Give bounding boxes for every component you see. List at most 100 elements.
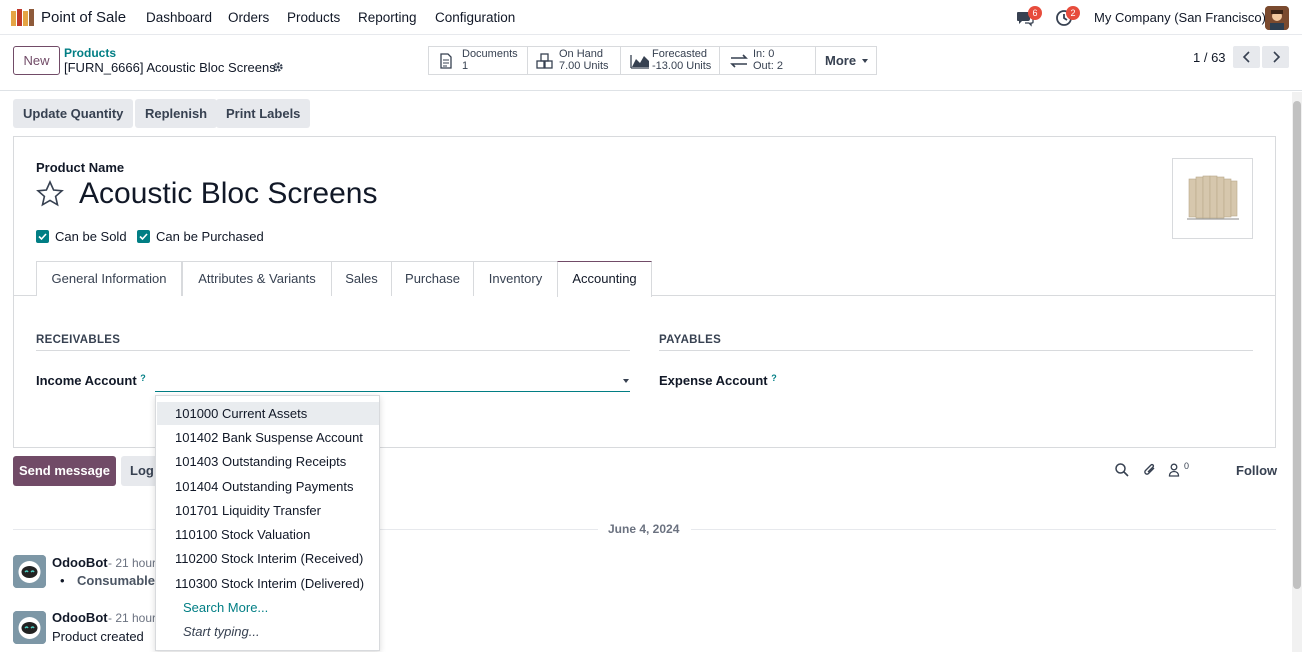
- message-time: - 21 hour: [108, 611, 157, 625]
- favorite-star-icon[interactable]: [36, 180, 64, 208]
- tab-sales[interactable]: Sales: [331, 261, 392, 296]
- search-more-link[interactable]: Search More...: [183, 600, 268, 615]
- message-author[interactable]: OdooBot: [52, 610, 108, 625]
- follow-button[interactable]: Follow: [1236, 463, 1277, 478]
- followers-count: 0: [1184, 461, 1190, 471]
- record-title: [FURN_6666] Acoustic Bloc Screens: [64, 60, 276, 75]
- activity-badge: 2: [1066, 6, 1080, 20]
- app-name[interactable]: Point of Sale: [41, 9, 126, 26]
- receivables-separator: [36, 350, 630, 351]
- tab-general-information[interactable]: General Information: [36, 261, 182, 296]
- chevron-right-icon: [1272, 51, 1280, 63]
- menu-reporting[interactable]: Reporting: [358, 10, 417, 25]
- send-message-button[interactable]: Send message: [13, 456, 116, 486]
- print-labels-button[interactable]: Print Labels: [216, 99, 311, 128]
- expense-account-label-text: Expense Account: [659, 373, 768, 388]
- area-chart-icon: [630, 55, 649, 69]
- message-body: Consumable: [77, 573, 156, 588]
- moves-in: In: 0: [753, 48, 775, 60]
- product-image[interactable]: [1172, 158, 1253, 239]
- product-name-field[interactable]: Acoustic Bloc Screens: [79, 177, 377, 211]
- paperclip-icon[interactable]: [1142, 462, 1158, 478]
- user-avatar[interactable]: [1265, 6, 1289, 30]
- control-panel: New Products [FURN_6666] Acoustic Bloc S…: [0, 36, 1302, 91]
- more-label: More: [825, 53, 857, 68]
- dropdown-option[interactable]: 101403 Outstanding Receipts: [157, 450, 379, 473]
- income-account-dropdown: 101000 Current Assets 101402 Bank Suspen…: [155, 395, 380, 651]
- help-tooltip-icon[interactable]: ?: [140, 373, 146, 383]
- date-separator: June 4, 2024: [608, 522, 680, 536]
- tab-purchase[interactable]: Purchase: [391, 261, 474, 296]
- followers-icon[interactable]: [1168, 462, 1184, 478]
- app-icon[interactable]: [11, 9, 35, 26]
- tab-inventory[interactable]: Inventory: [473, 261, 558, 296]
- new-button[interactable]: New: [13, 46, 60, 75]
- documents-smart-button[interactable]: Documents 1: [428, 46, 528, 75]
- messages-badge: 6: [1028, 6, 1042, 20]
- documents-count: 1: [462, 60, 469, 72]
- dropdown-caret-icon[interactable]: [623, 379, 629, 383]
- avatar: [13, 611, 46, 644]
- gear-icon[interactable]: [272, 61, 284, 73]
- menu-configuration[interactable]: Configuration: [435, 10, 515, 25]
- date-separator-right: [691, 529, 1276, 530]
- dropdown-option[interactable]: 110200 Stock Interim (Received): [157, 547, 379, 570]
- product-name-label: Product Name: [36, 160, 125, 175]
- payables-separator: [659, 350, 1253, 351]
- dropdown-option[interactable]: 110100 Stock Valuation: [157, 523, 379, 546]
- menu-products[interactable]: Products: [287, 10, 340, 25]
- document-icon: [440, 53, 452, 69]
- help-tooltip-icon[interactable]: ?: [771, 373, 777, 383]
- replenish-button[interactable]: Replenish: [135, 99, 218, 128]
- expense-account-label: Expense Account ?: [659, 373, 777, 388]
- company-switcher[interactable]: My Company (San Francisco): [1094, 10, 1266, 25]
- pager-value[interactable]: 1 / 63: [1193, 50, 1226, 65]
- forecasted-smart-button[interactable]: Forecasted -13.00 Units: [620, 46, 720, 75]
- caret-down-icon: [862, 59, 868, 63]
- breadcrumb-products[interactable]: Products: [64, 46, 116, 60]
- dropdown-option[interactable]: 101402 Bank Suspense Account: [157, 426, 379, 449]
- receivables-title: RECEIVABLES: [36, 334, 121, 346]
- dropdown-option[interactable]: 101000 Current Assets: [157, 402, 379, 425]
- pager-previous-button[interactable]: [1233, 46, 1260, 68]
- forecasted-value: -13.00 Units: [652, 60, 712, 72]
- can-be-sold-label[interactable]: Can be Sold: [55, 229, 127, 244]
- can-be-sold-checkbox[interactable]: [36, 230, 49, 243]
- can-be-purchased-checkbox[interactable]: [137, 230, 150, 243]
- top-navbar: Point of Sale Dashboard Orders Products …: [0, 0, 1302, 35]
- dropdown-option[interactable]: 101404 Outstanding Payments: [157, 475, 379, 498]
- exchange-icon: [730, 54, 748, 68]
- pager-next-button[interactable]: [1262, 46, 1289, 68]
- more-smart-button[interactable]: More: [815, 46, 877, 75]
- documents-label: Documents: [462, 48, 518, 60]
- moves-out: Out: 2: [753, 60, 783, 72]
- on-hand-value: 7.00 Units: [559, 60, 609, 72]
- search-icon[interactable]: [1114, 462, 1130, 478]
- notebook-tabs: General Information Attributes & Variant…: [13, 261, 1276, 297]
- menu-orders[interactable]: Orders: [228, 10, 269, 25]
- menu-dashboard[interactable]: Dashboard: [146, 10, 212, 25]
- income-account-label: Income Account ?: [36, 373, 146, 388]
- boxes-icon: [536, 53, 553, 69]
- dropdown-option[interactable]: 110300 Stock Interim (Delivered): [157, 572, 379, 595]
- update-quantity-button[interactable]: Update Quantity: [13, 99, 134, 128]
- forecasted-label: Forecasted: [652, 48, 708, 60]
- chevron-left-icon: [1242, 51, 1250, 63]
- bullet: •: [60, 573, 65, 588]
- check-icon: [139, 233, 148, 241]
- tab-attributes-variants[interactable]: Attributes & Variants: [182, 261, 332, 296]
- acoustic-screen-image: [1187, 175, 1239, 220]
- income-account-input[interactable]: [155, 372, 630, 392]
- tab-accounting[interactable]: Accounting: [557, 261, 652, 297]
- check-icon: [38, 233, 47, 241]
- scrollbar-thumb[interactable]: [1293, 101, 1301, 589]
- can-be-purchased-label[interactable]: Can be Purchased: [156, 229, 264, 244]
- message-author[interactable]: OdooBot: [52, 555, 108, 570]
- on-hand-smart-button[interactable]: On Hand 7.00 Units: [527, 46, 621, 75]
- dropdown-option[interactable]: 101701 Liquidity Transfer: [157, 499, 379, 522]
- avatar: [13, 555, 46, 588]
- start-typing-hint: Start typing...: [183, 624, 260, 639]
- in-out-smart-button[interactable]: In: 0 Out: 2: [719, 46, 816, 75]
- income-account-label-text: Income Account: [36, 373, 137, 388]
- payables-title: PAYABLES: [659, 334, 722, 346]
